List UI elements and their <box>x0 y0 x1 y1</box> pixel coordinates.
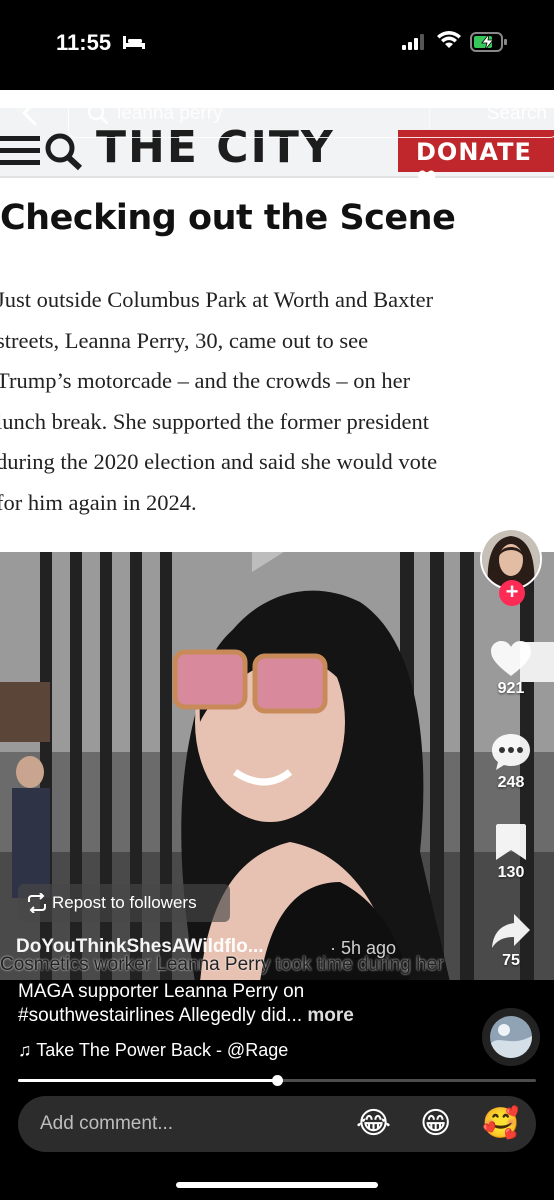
home-indicator <box>176 1182 378 1188</box>
search-bar[interactable]: leanna perry Search <box>68 90 554 138</box>
sleep-focus-icon <box>122 34 146 55</box>
donate-label: DONATE <box>416 138 532 166</box>
emoji-laugh-icon[interactable]: 😂 <box>356 1108 391 1140</box>
back-arrow-icon[interactable] <box>20 100 38 131</box>
search-query[interactable]: leanna perry <box>117 103 223 125</box>
music-disc[interactable] <box>482 1008 540 1066</box>
emoji-love-icon[interactable]: 🥰 <box>482 1108 519 1140</box>
hamburger-menu-icon <box>0 132 90 177</box>
more-link[interactable]: more <box>307 1005 353 1026</box>
creator-avatar[interactable]: + <box>480 528 542 606</box>
playback-progress[interactable] <box>18 1075 536 1086</box>
progress-handle[interactable] <box>272 1075 283 1086</box>
comment-icon <box>492 734 530 770</box>
share-arrow-icon <box>492 914 530 948</box>
repost-label: Repost to followers <box>52 893 197 912</box>
emoji-grin-icon[interactable]: 😁 <box>420 1108 451 1140</box>
repost-icon <box>28 893 46 913</box>
comment-button[interactable]: 248 <box>481 732 541 792</box>
video-burned-caption: Cosmetics worker Leanna Perry took time … <box>0 954 444 975</box>
play-icon[interactable] <box>246 500 310 581</box>
search-divider <box>429 99 430 129</box>
wifi-icon <box>436 30 462 55</box>
follow-button[interactable]: + <box>499 580 525 606</box>
description-line-2: #southwestairlines Allegedly did... <box>18 1005 303 1026</box>
description-line-1: MAGA supporter Leanna Perry on <box>18 981 305 1002</box>
article-paragraph: Just outside Columbus Park at Worth and … <box>0 287 438 515</box>
like-count: 921 <box>497 680 525 697</box>
search-icon <box>87 103 109 130</box>
heart-icon: ♥ <box>416 166 439 194</box>
status-bar: 11:55 <box>0 0 554 90</box>
save-button[interactable]: 130 <box>481 822 541 882</box>
music-note-icon: ♫ <box>18 1040 32 1060</box>
search-button[interactable]: Search <box>487 103 547 125</box>
bookmark-icon <box>496 824 526 860</box>
heart-icon <box>491 641 531 676</box>
comment-input[interactable] <box>40 1110 340 1138</box>
save-count: 130 <box>497 864 525 881</box>
article-heading: Checking out the Scene <box>0 198 456 238</box>
status-time: 11:55 <box>56 30 112 55</box>
like-button[interactable]: 921 <box>481 640 541 698</box>
battery-charging-icon <box>470 32 508 57</box>
comment-count: 248 <box>497 774 525 791</box>
progress-fill <box>18 1079 277 1082</box>
video-description[interactable]: MAGA supporter Leanna Perry on #southwes… <box>18 980 458 1028</box>
music-info[interactable]: ♫ Take The Power Back - @Rage <box>18 1040 298 1061</box>
repost-button[interactable]: Repost to followers <box>18 884 230 922</box>
cellular-signal-icon <box>402 34 426 55</box>
music-title: Take The Power Back - @Rage <box>36 1040 289 1060</box>
comment-bar[interactable]: 😂 😁 🥰 <box>18 1096 536 1152</box>
